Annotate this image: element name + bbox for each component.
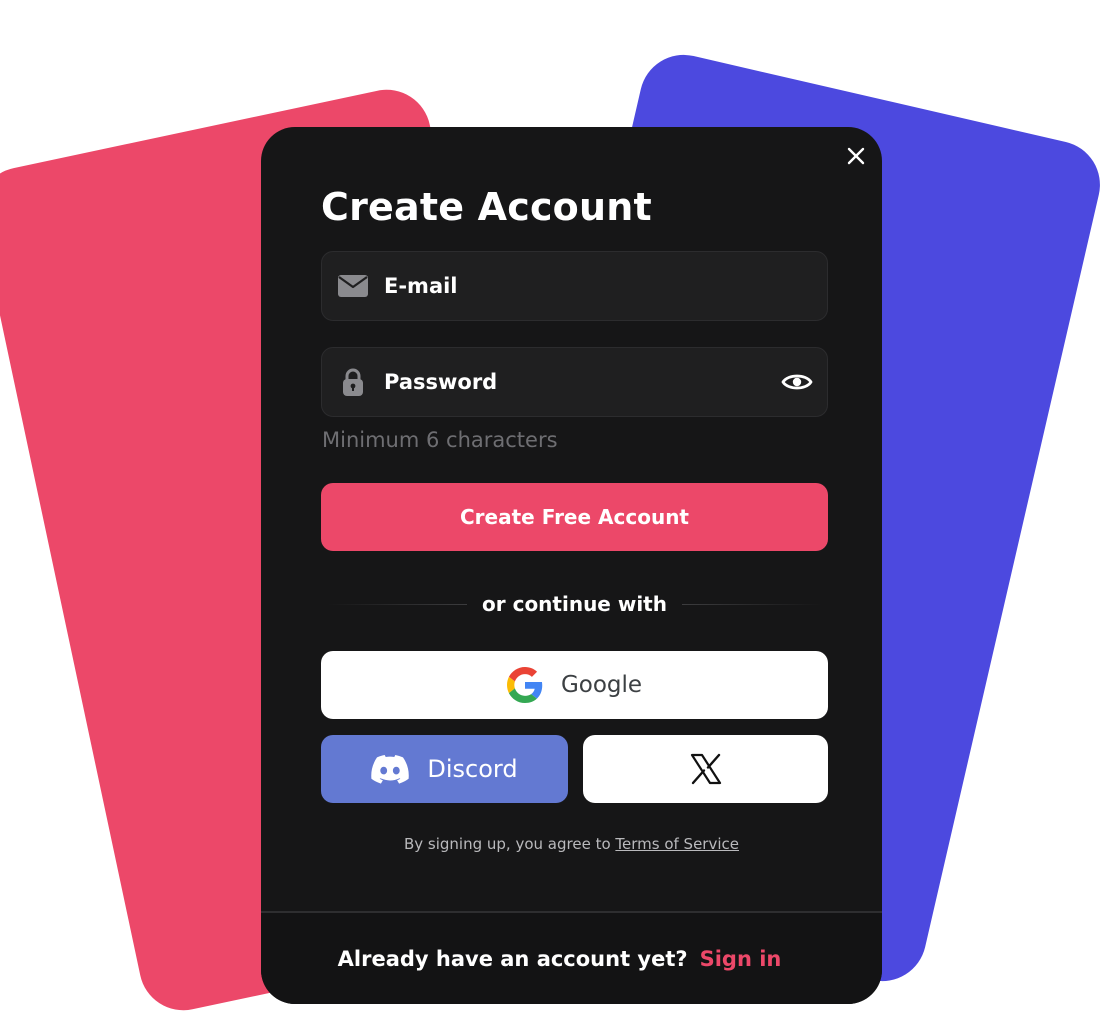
close-icon (847, 147, 865, 165)
email-input[interactable] (384, 252, 764, 320)
mail-icon (336, 271, 370, 301)
divider-line-right (682, 604, 822, 605)
x-signin-button[interactable] (583, 735, 828, 803)
discord-icon (371, 754, 410, 784)
password-field[interactable] (321, 347, 828, 417)
password-input[interactable] (384, 348, 764, 416)
password-hint: Minimum 6 characters (322, 428, 558, 452)
discord-signin-button[interactable]: Discord (321, 735, 568, 803)
divider: or continue with (321, 589, 828, 619)
eye-icon (781, 374, 813, 390)
email-field[interactable] (321, 251, 828, 321)
close-button[interactable] (842, 142, 870, 170)
discord-button-label: Discord (427, 755, 518, 783)
modal-title: Create Account (321, 185, 652, 229)
x-icon (689, 752, 723, 786)
terms-notice: By signing up, you agree to Terms of Ser… (261, 835, 882, 853)
modal-footer: Already have an account yet? Sign in (261, 911, 882, 1004)
terms-of-service-link[interactable]: Terms of Service (615, 835, 739, 853)
sign-in-link[interactable]: Sign in (700, 947, 782, 971)
google-signin-button[interactable]: Google (321, 651, 828, 719)
google-button-label: Google (560, 672, 643, 698)
google-icon (506, 667, 543, 703)
create-account-modal: Create Account E-mail Minimum 6 characte… (261, 127, 882, 1004)
create-account-button[interactable]: Create Free Account (321, 483, 828, 551)
footer-text: Already have an account yet? (337, 946, 688, 971)
toggle-password-visibility[interactable] (779, 367, 815, 397)
terms-prefix: By signing up, you agree to (403, 835, 616, 853)
lock-icon (336, 367, 370, 397)
page-stage: Create Account E-mail Minimum 6 characte… (0, 0, 1111, 1034)
